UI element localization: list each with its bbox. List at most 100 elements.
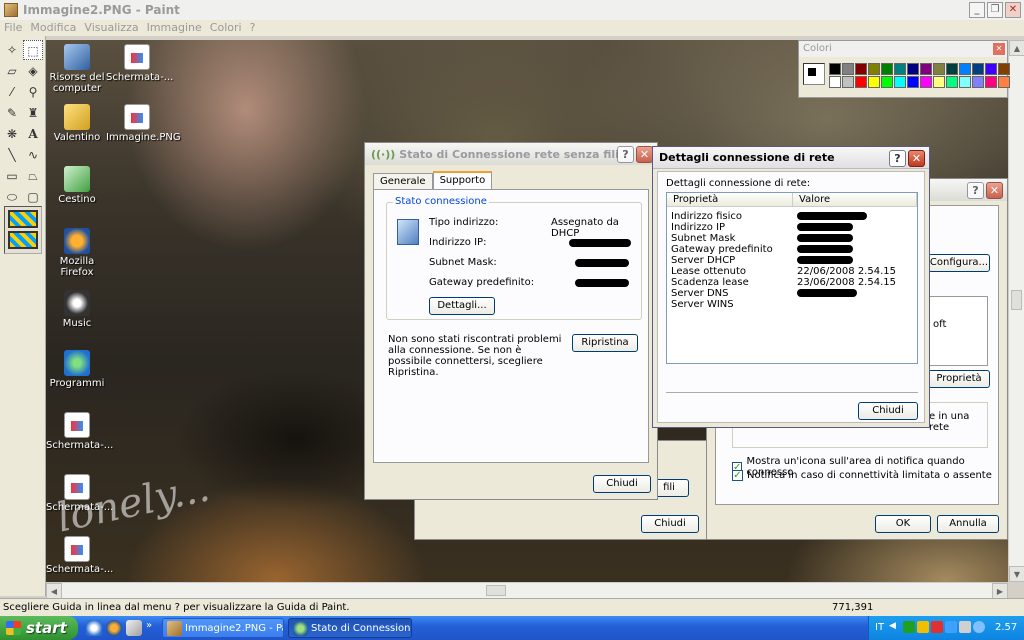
scroll-left-icon[interactable]: ◀	[46, 583, 62, 599]
color-swatch[interactable]	[894, 76, 906, 88]
color-swatch[interactable]	[881, 63, 893, 75]
ok-button[interactable]: OK	[875, 515, 931, 533]
color-picker-icon[interactable]: ⁄	[2, 82, 22, 102]
start-button[interactable]: start	[0, 616, 78, 640]
color-swatch[interactable]	[829, 76, 841, 88]
help-icon[interactable]: ?	[967, 182, 984, 199]
details-button[interactable]: Dettagli...	[429, 297, 495, 315]
color-swatch[interactable]	[933, 63, 945, 75]
paint-titlebar[interactable]: Immagine2.PNG - Paint _ ❐ ✕	[0, 0, 1024, 20]
magnifier-icon[interactable]: ⚲	[23, 82, 43, 102]
tab-generale[interactable]: Generale	[373, 173, 433, 189]
help-icon[interactable]: ?	[889, 150, 906, 167]
tray-expand-icon[interactable]: ◀	[889, 621, 896, 631]
menu-immagine[interactable]: Immagine	[147, 20, 202, 36]
maximize-button[interactable]: ❐	[987, 2, 1003, 18]
horizontal-scrollbar[interactable]: ◀ ▶	[46, 582, 1008, 599]
help-icon[interactable]: ?	[617, 146, 634, 163]
color-swatch[interactable]	[894, 63, 906, 75]
menu-visualizza[interactable]: Visualizza	[84, 20, 138, 36]
minimize-button[interactable]: _	[969, 2, 985, 18]
color-swatch[interactable]	[920, 63, 932, 75]
vertical-scroll-thumb[interactable]	[1011, 290, 1022, 310]
close-icon[interactable]: ✕	[986, 182, 1003, 199]
tab-supporto[interactable]: Supporto	[432, 171, 493, 189]
color-swatch[interactable]	[868, 63, 880, 75]
rounded-rect-icon[interactable]: ▢	[23, 187, 43, 207]
rect-select-icon[interactable]: ⬚	[23, 40, 43, 60]
color-swatch[interactable]	[829, 63, 841, 75]
color-swatch[interactable]	[868, 76, 880, 88]
color-swatch[interactable]	[998, 76, 1010, 88]
scroll-right-icon[interactable]: ▶	[992, 583, 1008, 599]
color-swatch[interactable]	[907, 76, 919, 88]
table-row[interactable]: Indirizzo fisico	[667, 211, 917, 222]
task-paint[interactable]: Immagine2.PNG - Paint	[162, 618, 284, 638]
horizontal-scroll-thumb[interactable]	[486, 585, 506, 596]
airbrush-icon[interactable]: ❋	[2, 124, 22, 144]
details-titlebar[interactable]: Dettagli connessione di rete ? ✕	[653, 147, 929, 169]
close-icon[interactable]: ✕	[636, 146, 653, 163]
network-tray-icon[interactable]	[903, 621, 915, 633]
task-connection-status[interactable]: Stato di Connessione ...	[288, 618, 412, 638]
tool-option-opaque[interactable]	[8, 210, 38, 228]
color-swatch[interactable]	[946, 63, 958, 75]
firefox-quicklaunch-icon[interactable]	[106, 620, 122, 636]
eraser-icon[interactable]: ▱	[2, 61, 22, 81]
limited-connectivity-checkbox[interactable]: ✓ Notifica in caso di connettività limit…	[732, 470, 992, 481]
paint-app-icon[interactable]	[4, 3, 18, 17]
table-row[interactable]: Server WINS	[667, 299, 917, 310]
volume-tray-icon[interactable]	[959, 621, 971, 633]
status-titlebar[interactable]: ((·)) Stato di Connessione rete senza fi…	[365, 143, 657, 165]
palette-close-icon[interactable]: ✕	[993, 43, 1005, 55]
rectangle-icon[interactable]: ▭	[2, 166, 22, 186]
component-properties-button[interactable]: Proprietà	[928, 370, 990, 388]
security-tray-icon[interactable]	[917, 621, 929, 633]
close-icon[interactable]: ✕	[908, 150, 925, 167]
color-swatch[interactable]	[946, 76, 958, 88]
tool-option-transparent[interactable]	[8, 231, 38, 249]
color-swatch[interactable]	[881, 76, 893, 88]
color-swatch[interactable]	[959, 76, 971, 88]
cancel-button[interactable]: Annulla	[937, 515, 999, 533]
color-swatch[interactable]	[985, 63, 997, 75]
repair-button[interactable]: Ripristina	[572, 334, 638, 352]
curve-icon[interactable]: ∿	[23, 145, 43, 165]
polygon-icon[interactable]: ⏢	[23, 166, 43, 186]
color-swatch[interactable]	[855, 63, 867, 75]
table-row[interactable]: Subnet Mask	[667, 233, 917, 244]
color-swatch[interactable]	[842, 76, 854, 88]
color-swatch[interactable]	[855, 76, 867, 88]
menu-help[interactable]: ?	[250, 20, 256, 36]
table-row[interactable]: Scadenza lease 23/06/2008 2.54.15	[667, 277, 917, 288]
brush-icon[interactable]: ♜	[23, 103, 43, 123]
background-close-button[interactable]: Chiudi	[641, 515, 699, 533]
menu-colori[interactable]: Colori	[210, 20, 242, 36]
color-swatch[interactable]	[972, 76, 984, 88]
menu-modifica[interactable]: Modifica	[30, 20, 76, 36]
table-row[interactable]: Gateway predefinito	[667, 244, 917, 255]
antivirus-tray-icon[interactable]	[931, 621, 943, 633]
checkbox-checked-icon[interactable]: ✓	[732, 470, 743, 481]
details-listview[interactable]: Proprietà Valore Indirizzo fisico Indiriz…	[666, 192, 918, 364]
fill-bucket-icon[interactable]: ◈	[23, 61, 43, 81]
messenger-tray-icon[interactable]	[945, 621, 957, 633]
status-close-button[interactable]: Chiudi	[593, 475, 651, 493]
table-row[interactable]: Indirizzo IP	[667, 222, 917, 233]
details-close-button[interactable]: Chiudi	[858, 402, 918, 420]
column-header-value[interactable]: Valore	[793, 193, 917, 206]
wireless-tray-icon[interactable]	[973, 621, 985, 633]
clock[interactable]: 2.57	[995, 622, 1017, 633]
text-tool-icon[interactable]: A	[23, 124, 43, 144]
quicklaunch-expand-icon[interactable]: »	[146, 620, 152, 631]
configure-button[interactable]: Configura...	[928, 254, 990, 272]
line-icon[interactable]: ╲	[2, 145, 22, 165]
current-colors[interactable]	[803, 63, 825, 85]
table-row[interactable]: Lease ottenuto 22/06/2008 2.54.15	[667, 266, 917, 277]
media-quicklaunch-icon[interactable]	[126, 620, 142, 636]
color-swatch[interactable]	[972, 63, 984, 75]
close-button[interactable]: ✕	[1005, 2, 1021, 18]
color-swatch[interactable]	[933, 76, 945, 88]
column-header-property[interactable]: Proprietà	[667, 193, 793, 206]
palette-titlebar[interactable]: Colori ✕	[799, 41, 1007, 57]
